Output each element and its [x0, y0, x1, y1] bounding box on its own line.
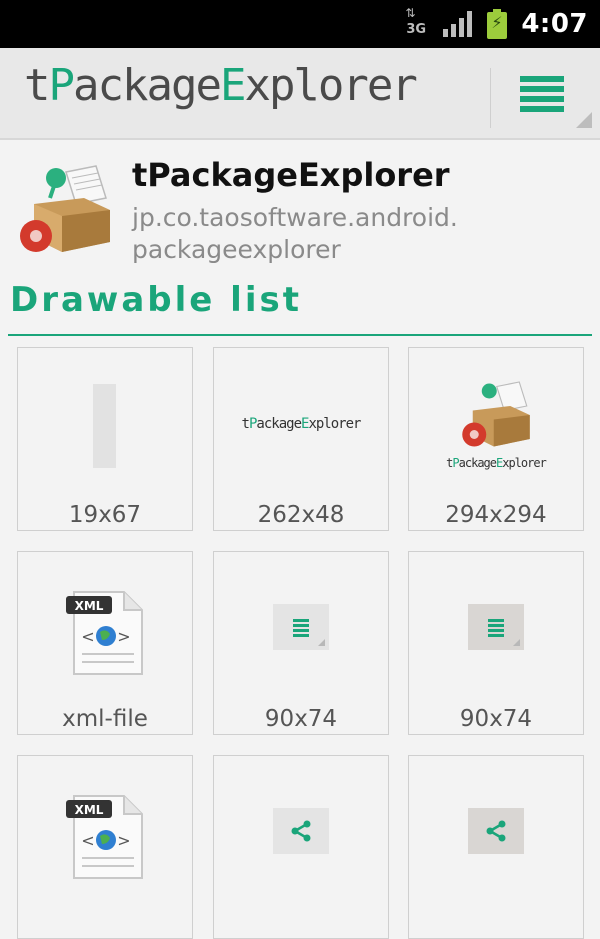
drawable-preview: tPackageExplorer [214, 348, 388, 488]
share-icon [291, 820, 311, 842]
drawable-tile[interactable]: tPackageExplorer 294x294 [408, 347, 584, 531]
section-title: Drawable list [10, 280, 302, 320]
status-clock: 4:07 [521, 9, 588, 39]
drawable-preview [214, 552, 388, 692]
drawable-preview: XML < > [18, 756, 192, 896]
drawable-tile[interactable]: 90x74 [213, 551, 389, 735]
drawable-label: 262x48 [257, 502, 345, 528]
drawable-preview [214, 756, 388, 896]
drawable-tile[interactable] [408, 755, 584, 939]
svg-text:XML: XML [75, 599, 104, 613]
package-explorer-box-icon [20, 165, 110, 252]
xml-file-icon: XML < > [66, 795, 143, 879]
app-icon-preview [462, 381, 530, 447]
drawable-label: 294x294 [445, 502, 547, 528]
svg-text:<: < [81, 831, 94, 850]
hamburger-menu-icon [520, 76, 564, 112]
overflow-menu-button[interactable] [492, 48, 600, 138]
drawable-label: 19x67 [68, 502, 142, 528]
wordmark-preview: tPackageExplorer [446, 456, 547, 470]
wordmark-preview: tPackageExplorer [241, 416, 362, 432]
drawable-preview: tPackageExplorer [409, 348, 583, 488]
share-button-pressed-preview [468, 808, 524, 854]
battery-charging-icon: ⚡ [487, 9, 508, 39]
drawable-tile[interactable]: tPackageExplorer 262x48 [213, 347, 389, 531]
drawable-label: 90x74 [459, 706, 533, 732]
action-bar-divider [490, 68, 491, 128]
drawable-tile[interactable] [213, 755, 389, 939]
network-3g-icon: ⇅ 3G [405, 6, 427, 37]
svg-text:>: > [117, 627, 130, 646]
section-divider [8, 334, 592, 336]
app-logo: tPackageExplorer [24, 60, 418, 111]
drawable-tile[interactable]: XML < > xml-file [17, 551, 193, 735]
gray-bar-preview [93, 384, 116, 468]
drawable-label: 90x74 [264, 706, 338, 732]
share-button-preview [273, 808, 329, 854]
status-icons: ⇅ 3G ⚡ 4:07 [405, 0, 588, 48]
drawable-preview [409, 756, 583, 896]
signal-icon [443, 11, 473, 37]
drawable-tile[interactable]: XML < > [17, 755, 193, 939]
app-name: tPackageExplorer [132, 156, 450, 194]
drawable-tile[interactable]: 19x67 [17, 347, 193, 531]
svg-text:XML: XML [75, 803, 104, 817]
svg-text:>: > [117, 831, 130, 850]
xml-file-icon: XML < > [66, 591, 143, 675]
menu-button-preview [273, 604, 329, 650]
menu-lines-icon [488, 619, 504, 637]
menu-corner-indicator [576, 112, 592, 128]
menu-lines-icon [293, 619, 309, 637]
drawable-label: xml-file [62, 706, 148, 732]
drawable-preview: XML < > [18, 552, 192, 692]
status-bar: ⇅ 3G ⚡ 4:07 [0, 0, 600, 48]
share-icon [486, 820, 506, 842]
drawable-preview [409, 552, 583, 692]
menu-button-pressed-preview [468, 604, 524, 650]
package-name: jp.co.taosoftware.android. packageexplor… [132, 203, 458, 264]
drawable-tile[interactable]: 90x74 [408, 551, 584, 735]
svg-text:<: < [81, 627, 94, 646]
action-bar: tPackageExplorer [0, 48, 600, 140]
network-type-label: 3G [406, 22, 427, 37]
drawable-preview [18, 348, 192, 488]
